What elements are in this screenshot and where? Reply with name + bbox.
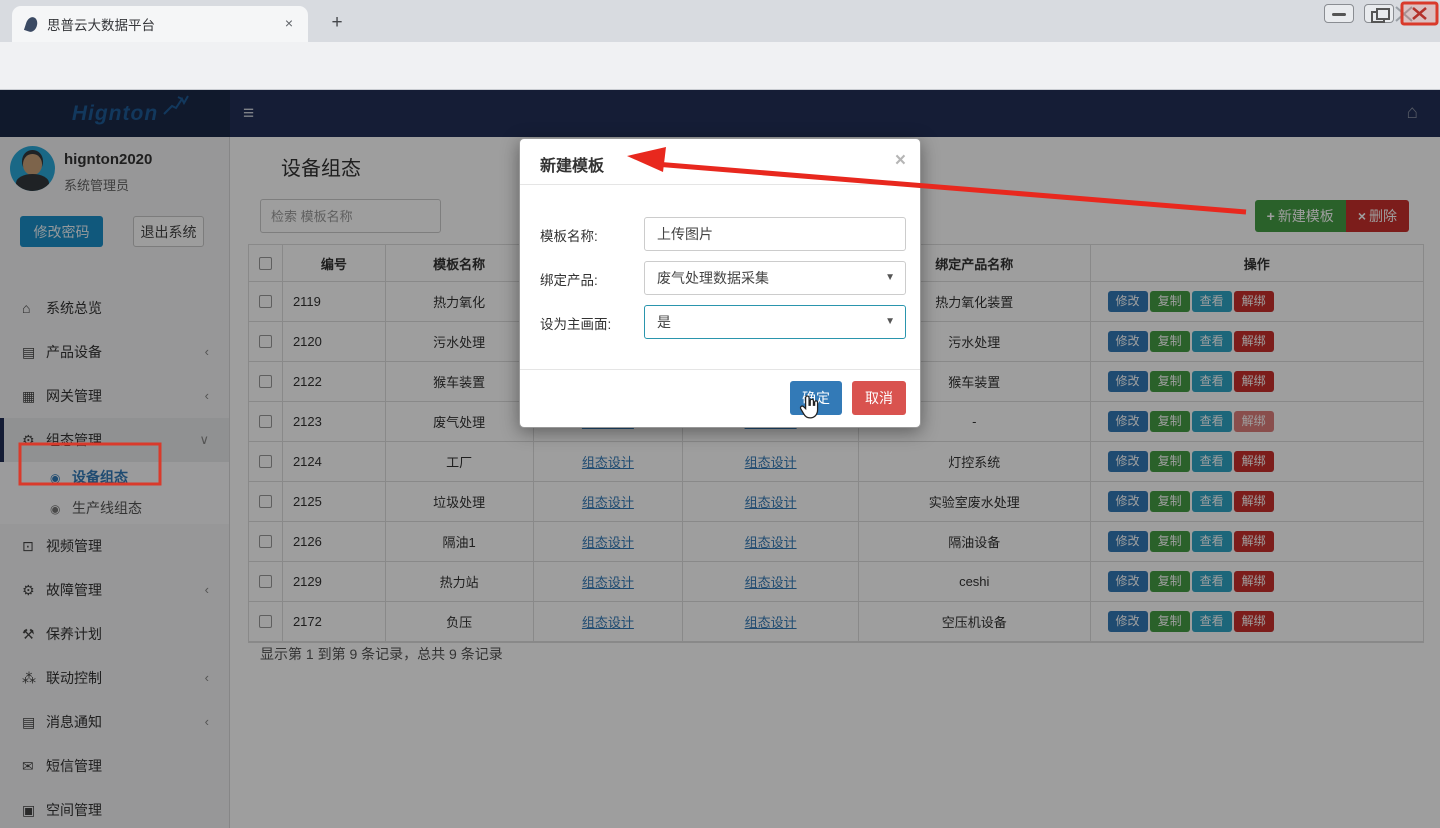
window-close-button[interactable] [1404,4,1434,23]
cancel-button[interactable]: 取消 [852,381,906,415]
browser-tab[interactable]: 思普云大数据平台 × [12,6,308,42]
screen: { "browser": { "tab_title": "思普云大数据平台", … [0,0,1440,828]
browser-chrome: 思普云大数据平台 × + ← → ↻ ▲ 不安全 | iot.idosp.net… [0,0,1440,90]
tab-title: 思普云大数据平台 [47,14,280,34]
modal-close-icon[interactable]: × [895,150,906,172]
modal-title: 新建模板 [540,152,604,176]
tab-strip: 思普云大数据平台 × + [0,0,1440,42]
site-favicon-icon [24,15,39,33]
new-tab-button[interactable]: + [324,10,350,36]
tab-close-icon[interactable]: × [280,15,298,33]
template-name-label: 模板名称: [540,225,598,245]
caret-down-icon: ▼ [885,306,895,338]
confirm-button[interactable]: 确定 [790,381,842,415]
new-template-modal: 新建模板 × 模板名称: 上传图片 绑定产品: 废气处理数据采集▼ 设为主画面:… [519,138,921,428]
browser-toolbar: ← → ↻ ▲ 不安全 | iot.idosp.net /admin/index… [0,42,1440,90]
window-restore-button[interactable] [1364,4,1394,23]
main-screen-select[interactable]: 是▼ [644,305,906,339]
caret-down-icon: ▼ [885,262,895,294]
template-name-input[interactable]: 上传图片 [644,217,906,251]
window-controls [1324,4,1434,23]
bind-product-select[interactable]: 废气处理数据采集▼ [644,261,906,295]
bind-product-label: 绑定产品: [540,269,598,289]
window-minimize-button[interactable] [1324,4,1354,23]
main-screen-label: 设为主画面: [540,313,611,333]
